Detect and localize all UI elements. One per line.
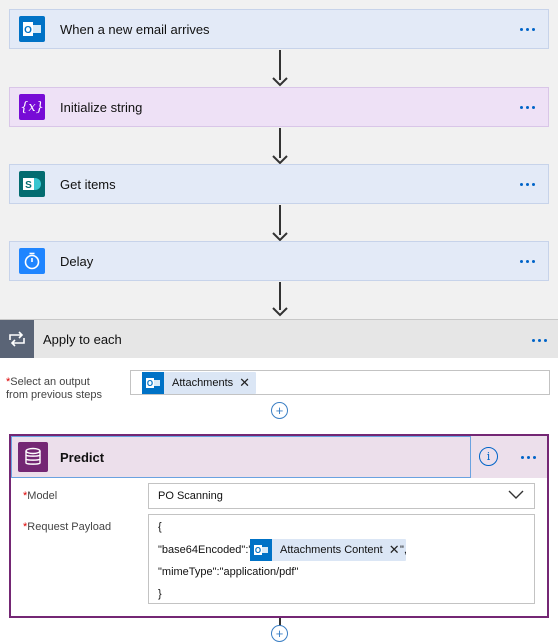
payload-mimetype: "mimeType":"application/pdf" xyxy=(158,566,299,578)
svg-text:S: S xyxy=(25,180,32,191)
more-options-button[interactable] xyxy=(516,97,538,117)
dynamic-content-token[interactable]: O Attachments Content ✕ xyxy=(250,539,406,561)
svg-text:O: O xyxy=(255,546,261,555)
more-options-button[interactable] xyxy=(516,174,538,194)
payload-open-brace: { xyxy=(158,521,162,533)
variable-icon: {x} xyxy=(19,94,45,120)
step-title: When a new email arrives xyxy=(60,21,210,37)
connector-arrow xyxy=(279,205,281,235)
ellipsis-icon xyxy=(519,259,535,263)
apply-to-each-title: Apply to each xyxy=(43,331,122,347)
ai-builder-icon xyxy=(18,442,48,472)
plus-icon: + xyxy=(275,626,284,641)
action-card-get-items[interactable]: S Get items xyxy=(9,164,549,204)
step-title: Get items xyxy=(60,176,116,192)
payload-key-base64: "base64Encoded":" xyxy=(158,544,253,556)
more-options-button[interactable] xyxy=(517,447,539,467)
remove-token-icon[interactable]: ✕ xyxy=(389,542,400,558)
predict-header[interactable]: Predict i xyxy=(11,436,547,478)
outlook-icon: O xyxy=(142,372,164,394)
add-step-button[interactable]: + xyxy=(271,402,288,419)
svg-text:O: O xyxy=(147,379,153,388)
loop-icon xyxy=(0,319,34,359)
chevron-down-icon xyxy=(508,490,524,499)
predict-card: Predict i *Model PO Scanning *Request Pa… xyxy=(9,434,549,618)
more-options-button[interactable] xyxy=(516,19,538,39)
action-card-initialize-string[interactable]: {x} Initialize string xyxy=(9,87,549,127)
more-options-button[interactable] xyxy=(528,330,550,350)
outlook-icon: O xyxy=(250,539,272,561)
arrow-down-icon xyxy=(272,307,288,317)
ellipsis-icon xyxy=(519,182,535,186)
ellipsis-icon xyxy=(519,27,535,31)
info-icon[interactable]: i xyxy=(479,447,498,466)
timer-icon xyxy=(19,248,45,274)
outlook-icon: O xyxy=(19,16,45,42)
token-label: Attachments Content xyxy=(280,544,383,556)
token-label: Attachments xyxy=(172,377,234,389)
model-select[interactable]: PO Scanning xyxy=(148,483,535,509)
step-title: Initialize string xyxy=(60,99,143,115)
arrow-down-icon xyxy=(272,77,288,87)
ellipsis-icon xyxy=(519,105,535,109)
predict-title: Predict xyxy=(60,450,105,465)
request-payload-editor[interactable]: { "base64Encoded":" O Attachments Conten… xyxy=(148,514,535,604)
ellipsis-icon xyxy=(520,455,536,459)
remove-token-icon[interactable]: ✕ xyxy=(239,375,250,391)
plus-icon: + xyxy=(275,403,284,418)
step-title: Delay xyxy=(60,253,94,269)
apply-to-each-header[interactable]: Apply to each xyxy=(0,319,558,359)
connector-arrow xyxy=(279,50,281,80)
select-output-label: *Select an output from previous steps xyxy=(6,376,102,401)
add-step-button[interactable]: + xyxy=(271,625,288,642)
model-value: PO Scanning xyxy=(158,490,223,502)
svg-text:O: O xyxy=(24,25,32,36)
more-options-button[interactable] xyxy=(516,251,538,271)
select-output-input[interactable]: O Attachments ✕ xyxy=(130,370,550,395)
action-card-delay[interactable]: Delay xyxy=(9,241,549,281)
trigger-card-new-email[interactable]: O When a new email arrives xyxy=(9,9,549,49)
request-payload-label: *Request Payload xyxy=(23,521,112,533)
ellipsis-icon xyxy=(531,338,547,342)
payload-close-brace: } xyxy=(158,588,162,600)
dynamic-content-token[interactable]: O Attachments ✕ xyxy=(142,372,257,394)
payload-after-token: ", xyxy=(400,544,407,556)
connector-arrow xyxy=(279,282,281,310)
sharepoint-icon: S xyxy=(19,171,45,197)
model-label: *Model xyxy=(23,490,58,502)
connector-arrow xyxy=(279,128,281,158)
